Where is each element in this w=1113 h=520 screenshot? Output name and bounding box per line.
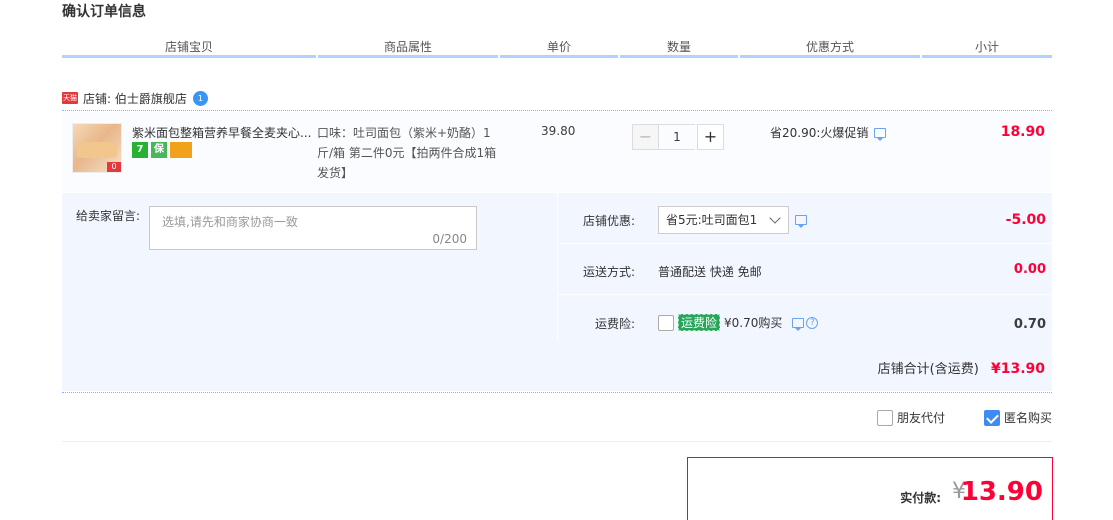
friend-pay-checkbox[interactable] xyxy=(877,409,893,426)
insurance-price: ¥0.70购买 xyxy=(724,316,783,330)
help-icon[interactable]: ? xyxy=(806,316,819,329)
friend-pay-option[interactable]: 朋友代付 xyxy=(877,409,945,426)
col-subtotal: 小计 xyxy=(922,37,1052,58)
coupon-label: 店铺优惠: xyxy=(582,214,635,228)
order-item-row: 0 紫米面包整箱营养早餐全麦夹心... 7 保 口味：吐司面包（紫米+奶酪）1斤… xyxy=(62,112,1052,192)
coupon-select[interactable]: 省5元:吐司面包1 xyxy=(658,206,789,234)
shipping-value: 普通配送 快递 免邮 xyxy=(658,265,762,279)
quantity-stepper: − 1 + xyxy=(632,124,724,150)
shop-total: 店铺合计(含运费) ¥13.90 xyxy=(878,358,1045,377)
service-icons: 7 保 xyxy=(132,142,192,158)
credit-card-icon[interactable] xyxy=(170,142,192,158)
col-properties: 商品属性 xyxy=(318,37,498,58)
option-rows: 店铺优惠: 省5元:吐司面包1 -5.00 运送方式: 普通配送 快递 免邮 0… xyxy=(557,193,1053,341)
message-section: 给卖家留言: 选填,请先和商家协商一致 0/200 xyxy=(62,193,556,340)
seven-day-return-icon[interactable]: 7 xyxy=(132,142,148,158)
comment-icon[interactable] xyxy=(795,215,807,228)
payment-amount: 13.90 xyxy=(960,477,1043,507)
guarantee-icon[interactable]: 保 xyxy=(151,142,167,158)
column-header: 店铺宝贝 商品属性 单价 数量 优惠方式 小计 xyxy=(62,37,1052,61)
image-tag: 0 xyxy=(107,162,121,172)
product-title-link[interactable]: 紫米面包整箱营养早餐全麦夹心... xyxy=(132,124,314,141)
quantity-decrease-button[interactable]: − xyxy=(632,124,659,150)
shop-name-link[interactable]: 店铺: 伯士爵旗舰店 xyxy=(83,90,187,107)
shop-total-label: 店铺合计(含运费) xyxy=(877,362,979,377)
quantity-increase-button[interactable]: + xyxy=(697,124,724,150)
anonymous-checkbox[interactable] xyxy=(984,409,1000,426)
coupon-selected: 省5元:吐司面包1 xyxy=(666,213,758,227)
coupon-amount: -5.00 xyxy=(1005,212,1046,228)
payment-label: 实付款: xyxy=(900,491,941,505)
col-unit-price: 单价 xyxy=(500,37,618,58)
shop-line: 天猫 店铺: 伯士爵旗舰店 1 xyxy=(62,89,208,107)
order-options-panel: 给卖家留言: 选填,请先和商家协商一致 0/200 店铺优惠: 省5元:吐司面包… xyxy=(62,193,1053,391)
message-label: 给卖家留言: xyxy=(76,209,141,223)
tmall-icon: 天猫 xyxy=(62,92,78,104)
chevron-down-icon xyxy=(769,212,781,224)
friend-pay-label: 朋友代付 xyxy=(897,411,946,425)
coupon-value: 省5元:吐司面包1 xyxy=(658,206,807,234)
col-discount: 优惠方式 xyxy=(740,37,920,58)
extra-options: 朋友代付 匿名购买 xyxy=(62,392,1052,442)
divider xyxy=(62,110,1052,111)
seller-message-input[interactable]: 选填,请先和商家协商一致 0/200 xyxy=(149,206,477,250)
promotion: 省20.90:火爆促销 xyxy=(770,124,887,141)
shipping-label: 运送方式: xyxy=(582,265,635,279)
promotion-text: 省20.90:火爆促销 xyxy=(770,126,869,140)
insurance-label: 运费险: xyxy=(594,317,635,331)
comment-icon[interactable] xyxy=(874,127,887,141)
item-subtotal: 18.90 xyxy=(1000,124,1045,140)
col-quantity: 数量 xyxy=(620,37,738,58)
quantity-input[interactable]: 1 xyxy=(659,124,695,150)
payment-summary: 实付款: ¥ 13.90 xyxy=(687,457,1053,520)
message-placeholder: 选填,请先和商家协商一致 xyxy=(162,215,298,229)
insurance-amount: 0.70 xyxy=(1013,317,1046,332)
product-image-bread xyxy=(77,142,117,158)
shop-total-amount: ¥13.90 xyxy=(990,361,1045,377)
shipping-amount: 0.00 xyxy=(1013,262,1046,277)
anonymous-option[interactable]: 匿名购买 xyxy=(984,409,1052,426)
wangwang-chat-icon[interactable]: 1 xyxy=(192,90,208,106)
product-property: 口味：吐司面包（紫米+奶酪）1斤/箱 第二件0元【拍两件合成1箱发货】 xyxy=(317,126,497,180)
product-thumbnail[interactable]: 0 xyxy=(72,123,122,173)
anonymous-label: 匿名购买 xyxy=(1004,411,1053,425)
shipping-row: 运送方式: 普通配送 快递 免邮 0.00 xyxy=(558,245,1053,295)
insurance-checkbox[interactable] xyxy=(658,314,674,331)
insurance-row: 运费险: 运费险 ¥0.70购买 ? 0.70 xyxy=(558,296,1053,341)
unit-price: 39.80 xyxy=(541,124,576,138)
page-title: 确认订单信息 xyxy=(62,4,146,20)
coupon-row: 店铺优惠: 省5元:吐司面包1 -5.00 xyxy=(558,193,1053,244)
message-counter: 0/200 xyxy=(432,232,467,246)
col-shop-items: 店铺宝贝 xyxy=(62,37,316,58)
insurance-value: 运费险 ¥0.70购买 ? xyxy=(658,314,819,331)
comment-icon[interactable] xyxy=(792,317,805,331)
insurance-tag: 运费险 xyxy=(678,314,721,331)
